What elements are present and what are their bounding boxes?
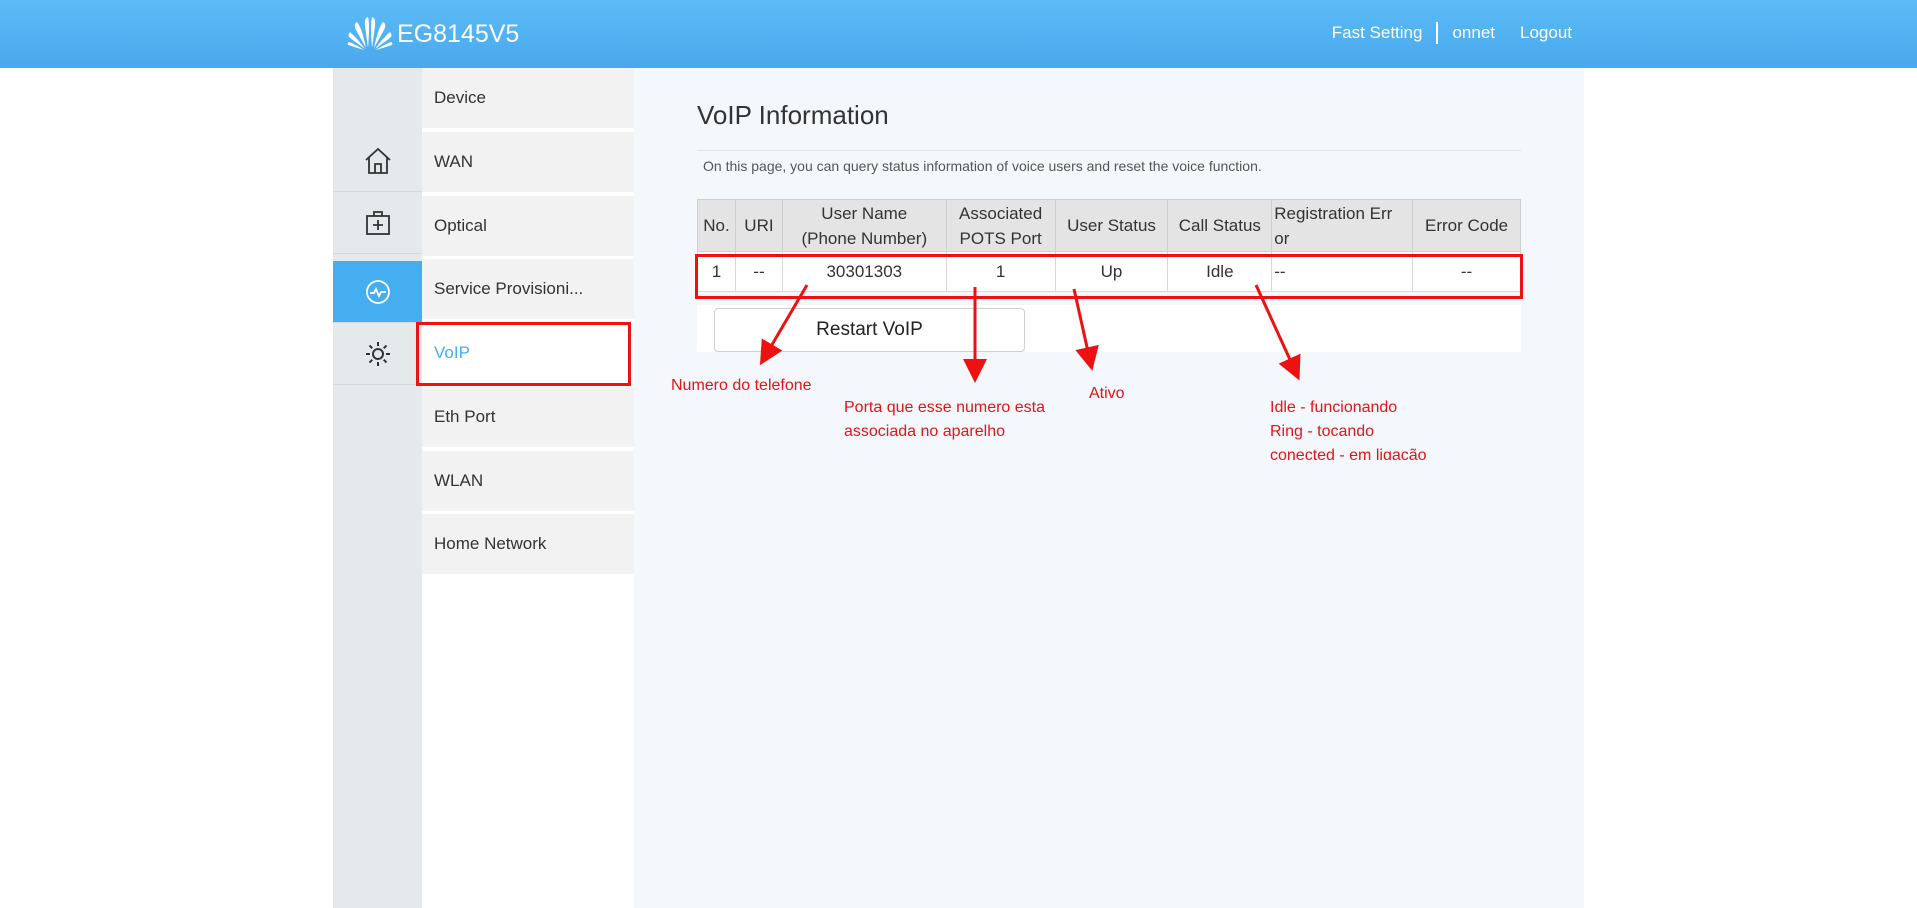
status-menu: Device WAN Optical Service Provisioni...… [422,68,634,908]
restart-voip-button[interactable]: Restart VoIP [714,308,1025,352]
col-header-error-code: Error Code [1412,199,1521,252]
menu-item-optical[interactable]: Optical [422,196,634,258]
medical-kit-icon [365,210,390,235]
main-content: VoIP Information On this page, you can q… [634,68,1584,908]
col-header-registration-error: Registration Err or [1271,199,1414,252]
brand-logo: EG8145V5 [345,14,519,54]
home-icon [364,147,391,174]
menu-item-eth-port[interactable]: Eth Port [422,387,634,449]
top-header: EG8145V5 Fast Setting onnet Logout [0,0,1917,68]
annotation-highlight-row [695,254,1523,299]
monitor-pulse-icon [365,279,390,304]
annotation-active: Ativo [1089,385,1125,402]
annotation-phone: Numero do telefone [671,377,812,394]
title-divider [697,150,1521,151]
rail-item-home[interactable] [333,130,422,192]
page-description: On this page, you can query status infor… [703,158,1262,174]
user-account-link[interactable]: onnet [1452,23,1495,43]
table-header-row: No. URI User Name (Phone Number) Associat… [697,199,1521,252]
annotation-highlight-voip [416,322,631,386]
menu-item-wan[interactable]: WAN [422,132,634,194]
top-links: Fast Setting onnet Logout [1332,22,1572,44]
product-name: EG8145V5 [397,19,520,48]
col-header-no: No. [697,199,736,252]
rail-item-status[interactable] [333,261,422,323]
logout-link[interactable]: Logout [1520,23,1572,43]
menu-item-device[interactable]: Device [422,68,634,130]
rail-item-diagnose[interactable] [333,192,422,254]
col-header-call-status: Call Status [1167,199,1273,252]
huawei-logo-icon [347,17,393,50]
link-separator [1436,22,1439,44]
menu-item-home-network[interactable]: Home Network [422,514,634,576]
col-header-uri: URI [734,199,783,252]
gear-icon [365,341,390,366]
col-header-user-status: User Status [1054,199,1169,252]
col-header-pots-port: Associated POTS Port [945,199,1056,252]
col-header-user-name: User Name (Phone Number) [781,199,947,252]
icon-rail [333,68,422,908]
menu-item-wlan[interactable]: WLAN [422,451,634,513]
rail-item-settings[interactable] [333,323,422,385]
annotation-port: Porta que esse numero esta associada no … [844,399,1046,440]
menu-item-service-provisioning[interactable]: Service Provisioni... [422,259,634,321]
page-title: VoIP Information [697,100,889,130]
fast-setting-link[interactable]: Fast Setting [1332,23,1423,43]
annotation-call-status: Idle - funcionando Ring - tocando conect… [1270,399,1427,460]
